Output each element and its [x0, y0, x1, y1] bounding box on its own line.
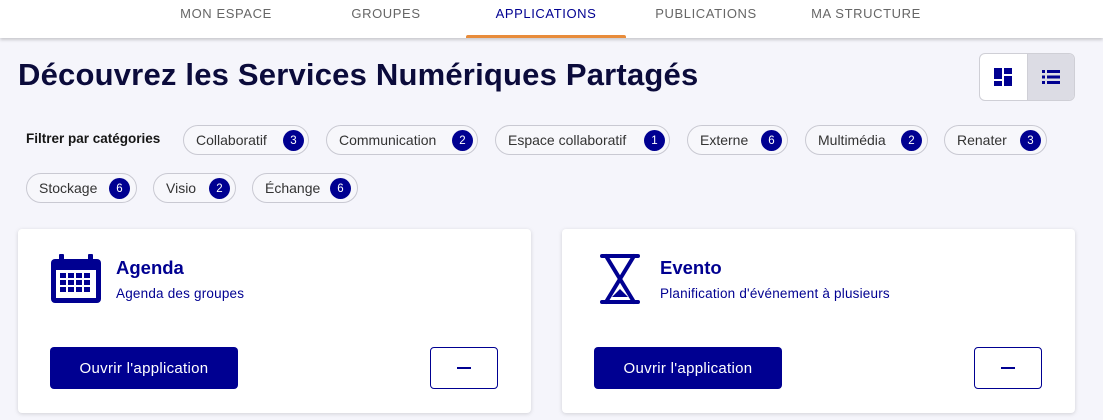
app-card-evento: Evento Planification d'événement à plusi… — [562, 229, 1075, 413]
nav-tab-mon-espace[interactable]: MON ESPACE — [172, 0, 280, 38]
nav-tab-ma-structure[interactable]: MA STRUCTURE — [802, 0, 930, 38]
nav-tab-groupes[interactable]: GROUPES — [343, 0, 429, 38]
filter-chip-label: Collaboratif — [196, 132, 267, 148]
nav-tab-applications[interactable]: APPLICATIONS — [466, 0, 626, 38]
filter-chip-stockage[interactable]: Stockage 6 — [26, 173, 137, 203]
filter-count-badge: 3 — [283, 130, 304, 151]
filter-count-badge: 6 — [109, 178, 130, 199]
filter-chip-label: Espace collaboratif — [508, 132, 627, 148]
filter-chip-communication[interactable]: Communication 2 — [326, 125, 478, 155]
filter-chip-label: Communication — [339, 132, 437, 148]
filter-chip-externe[interactable]: Externe 6 — [687, 125, 788, 155]
nav-tab-publications[interactable]: PUBLICATIONS — [646, 0, 766, 38]
filter-chip-label: Multimédia — [818, 132, 886, 148]
app-title: Agenda — [116, 257, 184, 278]
filter-count-badge: 2 — [452, 130, 473, 151]
filter-chip-espace-collaboratif[interactable]: Espace collaboratif 1 — [495, 125, 670, 155]
filter-count-badge: 2 — [209, 178, 230, 199]
open-application-button[interactable]: Ouvrir l'application — [50, 347, 238, 389]
filter-chip-visio[interactable]: Visio 2 — [153, 173, 236, 203]
minus-icon — [1001, 367, 1015, 369]
hourglass-icon — [600, 254, 640, 304]
filter-chip-label: Visio — [166, 180, 197, 196]
grid-icon — [994, 68, 1013, 86]
filter-chip-label: Externe — [700, 132, 749, 148]
filter-chip-label: Renater — [957, 132, 1007, 148]
remove-application-button[interactable] — [430, 347, 498, 389]
open-application-button[interactable]: Ouvrir l'application — [594, 347, 782, 389]
calendar-icon — [51, 254, 101, 303]
app-title: Evento — [660, 257, 722, 278]
view-toggle — [979, 53, 1075, 101]
list-icon — [1041, 70, 1060, 84]
filter-count-badge: 6 — [761, 130, 782, 151]
remove-application-button[interactable] — [974, 347, 1042, 389]
list-view-button[interactable] — [1026, 54, 1074, 100]
filter-count-badge: 2 — [901, 130, 922, 151]
filter-chip-label: Stockage — [39, 180, 98, 196]
filter-chip-echange[interactable]: Échange 6 — [252, 173, 358, 203]
page-title: Découvrez les Services Numériques Partag… — [18, 57, 699, 92]
filter-label: Filtrer par catégories — [26, 131, 161, 146]
filter-chip-multimedia[interactable]: Multimédia 2 — [805, 125, 928, 155]
app-description: Agenda des groupes — [116, 286, 245, 301]
filter-chip-label: Échange — [265, 180, 321, 196]
minus-icon — [457, 367, 471, 369]
filter-count-badge: 1 — [644, 130, 665, 151]
app-card-agenda: Agenda Agenda des groupes Ouvrir l'appli… — [18, 229, 531, 413]
filter-count-badge: 6 — [330, 178, 351, 199]
filter-chip-collaboratif[interactable]: Collaboratif 3 — [183, 125, 309, 155]
app-description: Planification d'événement à plusieurs — [660, 286, 890, 301]
filter-chip-renater[interactable]: Renater 3 — [944, 125, 1047, 155]
grid-view-button[interactable] — [980, 54, 1027, 100]
filter-count-badge: 3 — [1020, 130, 1041, 151]
top-navigation: MON ESPACE GROUPES APPLICATIONS PUBLICAT… — [0, 0, 1103, 38]
